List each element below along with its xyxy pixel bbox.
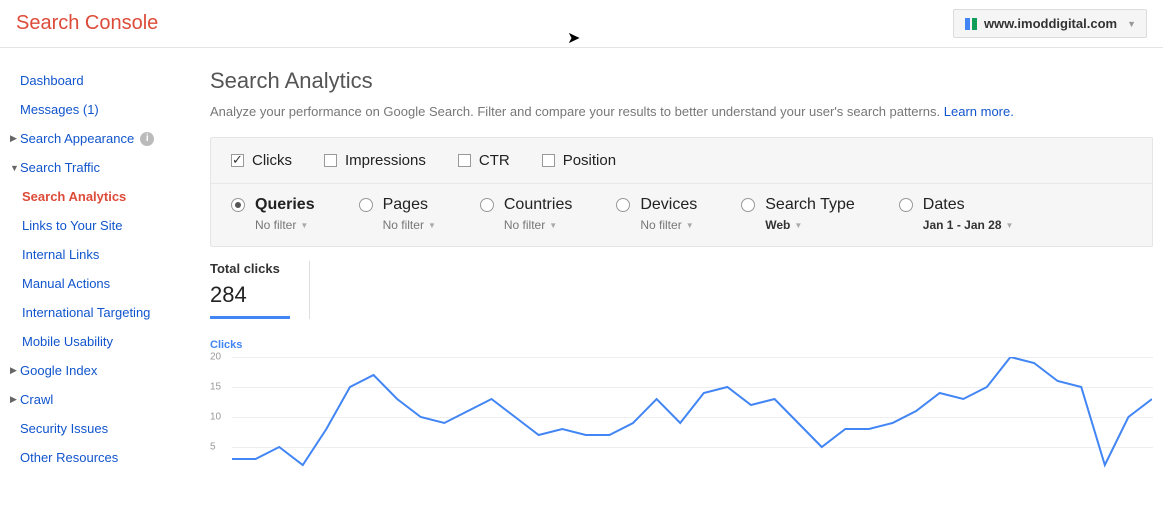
checkbox-icon [458,154,471,167]
chevron-right-icon: ▶ [10,365,18,376]
radio-icon [480,198,494,212]
brand-title: Search Console [16,12,158,35]
chevron-down-icon: ▼ [794,221,802,230]
sidebar-item-security-issues[interactable]: Security Issues [0,414,200,443]
learn-more-link[interactable]: Learn more. [944,104,1014,119]
total-clicks: Total clicks 284 [210,261,310,319]
sidebar-item-other-resources[interactable]: Other Resources [0,443,200,472]
radio-icon [741,198,755,212]
chevron-down-icon: ▼ [428,221,436,230]
filter-dropdown[interactable]: Web▼ [765,218,855,232]
dimension-queries[interactable]: Queries No filter▼ [231,196,315,232]
chevron-down-icon: ▼ [1127,19,1136,29]
filter-dropdown[interactable]: No filter▼ [640,218,697,232]
chevron-down-icon: ▼ [1006,221,1014,230]
chevron-down-icon: ▼ [549,221,557,230]
radio-icon [359,198,373,212]
metrics-row: Clicks Impressions CTR Position [211,138,1152,184]
sidebar-item-messages[interactable]: Messages (1) [0,95,200,124]
sidebar-item-search-analytics[interactable]: Search Analytics [0,182,200,211]
sidebar: Dashboard Messages (1) ▶Search Appearanc… [0,48,200,515]
y-tick-label: 10 [210,412,221,423]
dimension-dates[interactable]: Dates Jan 1 - Jan 28▼ [899,196,1014,232]
y-tick-label: 15 [210,382,221,393]
metric-impressions[interactable]: Impressions [324,152,426,169]
sidebar-item-search-appearance[interactable]: ▶Search Appearancei [0,124,200,153]
site-selector[interactable]: www.imoddigital.com ▼ [953,9,1147,38]
y-tick-label: 20 [210,352,221,363]
filter-dropdown[interactable]: No filter▼ [504,218,572,232]
sidebar-item-manual-actions[interactable]: Manual Actions [0,269,200,298]
totals-row: Total clicks 284 [210,261,1153,319]
info-icon: i [140,132,154,146]
radio-icon [231,198,245,212]
site-icon [964,17,978,31]
chevron-down-icon: ▼ [686,221,694,230]
sidebar-item-mobile-usability[interactable]: Mobile Usability [0,327,200,356]
sidebar-item-internal-links[interactable]: Internal Links [0,240,200,269]
filter-dropdown[interactable]: No filter▼ [255,218,315,232]
dimension-pages[interactable]: Pages No filter▼ [359,196,436,232]
metric-clicks[interactable]: Clicks [231,152,292,169]
dimension-devices[interactable]: Devices No filter▼ [616,196,697,232]
metric-ctr[interactable]: CTR [458,152,510,169]
filter-dropdown[interactable]: No filter▼ [383,218,436,232]
chevron-right-icon: ▶ [10,133,18,144]
dimension-search-type[interactable]: Search Type Web▼ [741,196,855,232]
chart-area: 5101520 [210,357,1153,477]
sidebar-item-google-index[interactable]: ▶Google Index [0,356,200,385]
chevron-right-icon: ▶ [10,394,18,405]
sidebar-item-links-to-site[interactable]: Links to Your Site [0,211,200,240]
checkbox-icon [231,154,244,167]
sidebar-item-intl-targeting[interactable]: International Targeting [0,298,200,327]
sidebar-item-crawl[interactable]: ▶Crawl [0,385,200,414]
page-title: Search Analytics [210,68,1153,94]
app-header: Search Console www.imoddigital.com ▼ [0,0,1163,48]
chevron-down-icon: ▼ [300,221,308,230]
sidebar-item-dashboard[interactable]: Dashboard [0,66,200,95]
radio-icon [899,198,913,212]
site-name: www.imoddigital.com [984,16,1117,31]
dimension-countries[interactable]: Countries No filter▼ [480,196,572,232]
page-subtitle: Analyze your performance on Google Searc… [210,104,1153,119]
checkbox-icon [324,154,337,167]
sidebar-item-search-traffic[interactable]: ▼Search Traffic [0,153,200,182]
checkbox-icon [542,154,555,167]
metric-position[interactable]: Position [542,152,616,169]
filter-dropdown[interactable]: Jan 1 - Jan 28▼ [923,218,1014,232]
main-content: Search Analytics Analyze your performanc… [200,48,1163,515]
filters-panel: Clicks Impressions CTR Position Queries … [210,137,1153,247]
chart: Clicks 5 10 15 20 [210,339,1153,477]
chart-legend: Clicks [210,339,1153,351]
dimensions-row: Queries No filter▼ Pages No filter▼ Coun… [211,184,1152,246]
chevron-down-icon: ▼ [10,163,18,173]
radio-icon [616,198,630,212]
y-tick-label: 5 [210,442,216,453]
